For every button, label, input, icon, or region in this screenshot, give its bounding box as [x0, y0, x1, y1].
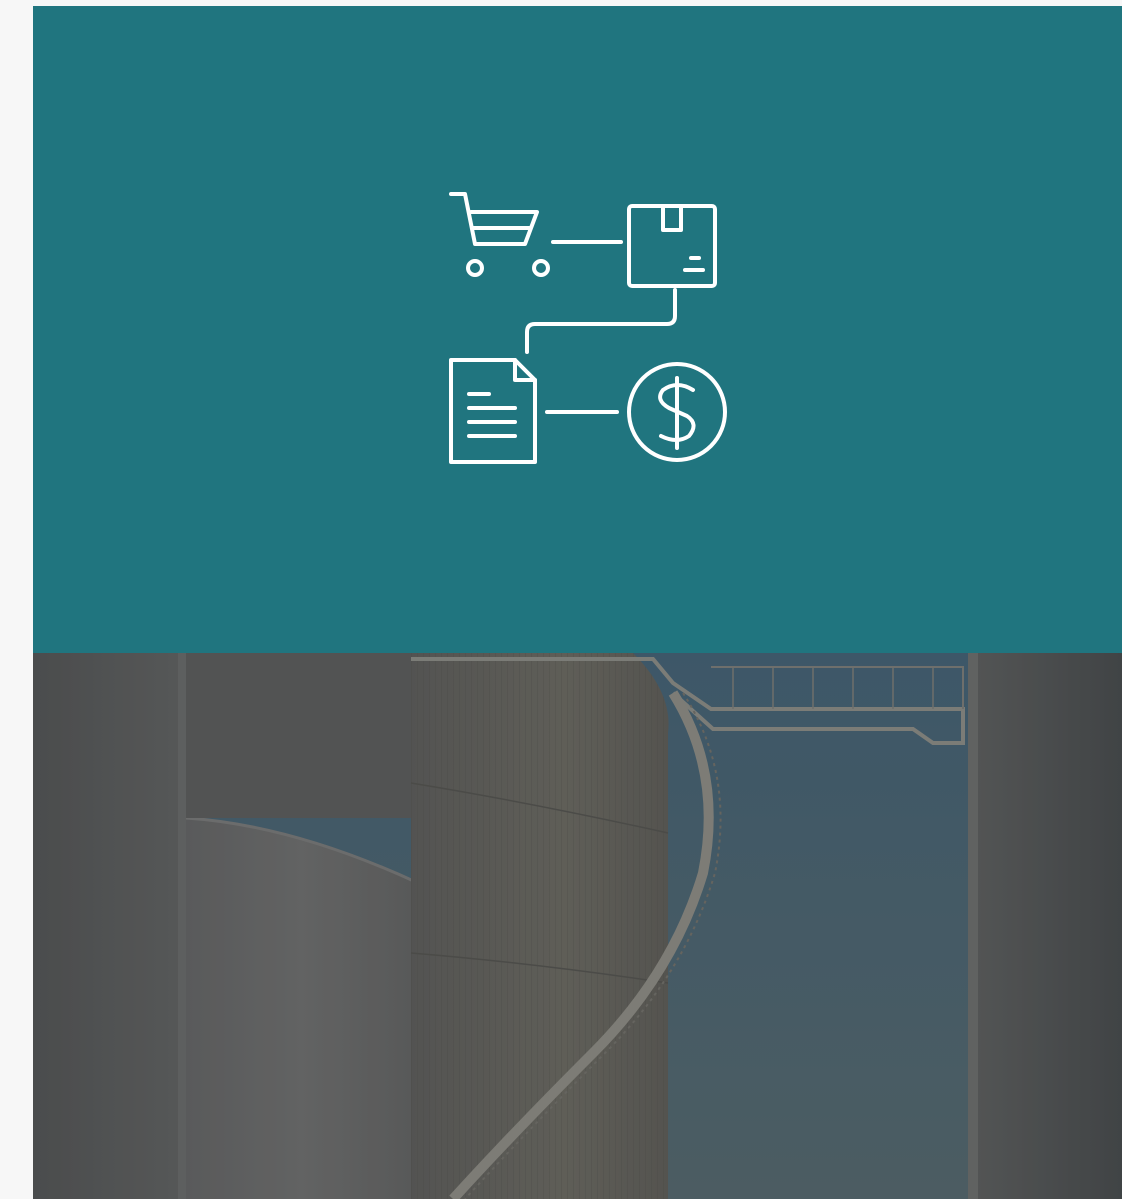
page [0, 0, 1122, 1199]
package-icon [627, 204, 717, 288]
connector-curve [525, 288, 677, 354]
invoice-document-icon [449, 358, 537, 464]
industrial-storage-tanks-photo [33, 653, 1122, 1199]
cart-icon [449, 192, 550, 277]
hero-icon-panel [33, 6, 1122, 653]
feature-card [33, 6, 1122, 1199]
dollar-coin-icon [627, 362, 727, 462]
tanks-illustration [33, 653, 1122, 1199]
purchase-to-pay-process-icon [449, 192, 727, 464]
